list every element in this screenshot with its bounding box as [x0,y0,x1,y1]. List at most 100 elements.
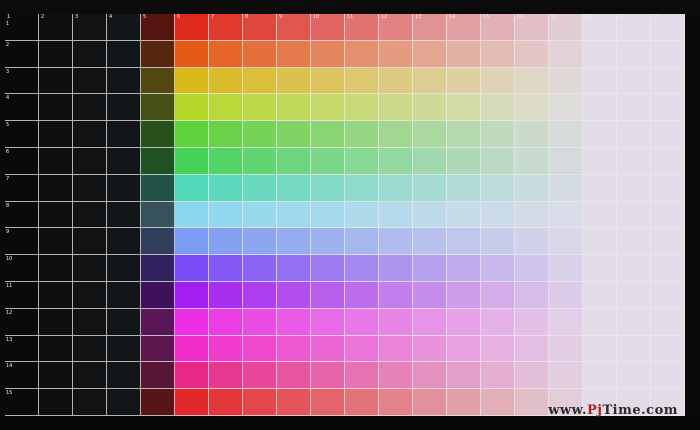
grid-cell [515,281,549,309]
grid-cell [277,335,311,363]
grid-cell [141,335,175,363]
grid-cell [651,67,685,95]
row-number-label: 10 [6,256,13,263]
grid-cell [583,40,617,68]
row-number-label: 14 [6,363,13,370]
grid-cell [481,121,515,148]
grid-cell: 20 [651,14,685,41]
grid-cell [345,281,379,309]
grid-cell [209,362,243,390]
grid-cell [447,174,481,202]
grid-cell: 2 [5,40,39,68]
grid-cell [311,335,345,363]
grid-cell [481,281,515,309]
grid-cell [549,308,583,336]
grid-cell [277,308,311,336]
row-number-label: 11 [6,282,13,289]
grid-cell [209,389,243,416]
grid-cell [73,281,107,309]
grid-cell: 13 [413,14,447,41]
grid-cell: 17 [549,14,583,41]
row-number-label: 15 [6,390,13,397]
bottom-black-border [0,416,700,430]
grid-cell [73,121,107,148]
column-number-label: 20 [653,14,660,20]
grid-cell [651,228,685,256]
grid-cell [141,201,175,229]
grid-cell [617,174,651,202]
grid-cell [175,201,209,229]
grid-cell [311,94,345,122]
grid-cell [583,201,617,229]
grid-cell [481,335,515,363]
column-number-label: 13 [415,14,422,20]
grid-cell [243,201,277,229]
column-number-label: 4 [109,14,113,20]
column-number-label: 10 [313,14,320,20]
grid-cell [311,67,345,95]
row-number-label: 13 [6,336,13,343]
grid-cell [515,389,549,416]
column-number-label: 3 [75,14,79,20]
grid-cell [413,147,447,175]
grid-cell [73,67,107,95]
grid-cell [209,308,243,336]
grid-cell [107,174,141,202]
grid-cell [345,228,379,256]
grid-cell [107,362,141,390]
grid-cell: 8 [243,14,277,41]
grid-cell [549,228,583,256]
color-grid: 1 1 2 3 4 5 6 7 8 9 10 11 12 13 14 15 16 17 18 19 20 2 3 4 5 6 7 8 9… [5,14,685,416]
grid-cell [175,40,209,68]
grid-cell [481,147,515,175]
grid-cell [617,228,651,256]
watermark-suffix: Time.com [602,403,678,418]
grid-cell [549,121,583,148]
column-number-label: 1 [7,14,11,20]
grid-cell [617,67,651,95]
grid-cell [243,67,277,95]
grid-cell [175,335,209,363]
grid-cell [345,94,379,122]
grid-cell [447,308,481,336]
column-number-label: 18 [585,14,592,20]
grid-cell [549,174,583,202]
row-number-label: 3 [6,68,10,75]
grid-cell [311,281,345,309]
grid-cell [311,389,345,416]
grid-cell [277,40,311,68]
grid-cell [413,201,447,229]
grid-cell [481,201,515,229]
grid-cell [345,201,379,229]
grid-cell [277,255,311,282]
grid-cell [617,255,651,282]
grid-cell [379,174,413,202]
row-number-label: 2 [6,41,10,48]
column-number-label: 8 [245,14,249,20]
grid-cell [39,67,73,95]
grid-cell [583,335,617,363]
grid-cell [379,67,413,95]
grid-cell [209,255,243,282]
grid-cell [243,40,277,68]
grid-cell [515,201,549,229]
grid-cell: 8 [5,201,39,229]
grid-cell [515,255,549,282]
grid-cell [345,174,379,202]
grid-cell [515,94,549,122]
row-number-label: 1 [6,21,10,27]
grid-cell [73,147,107,175]
grid-cell [549,94,583,122]
grid-cell [549,255,583,282]
grid-cell: 16 [515,14,549,41]
grid-cell [515,174,549,202]
grid-cell [379,40,413,68]
column-number-label: 11 [347,14,354,20]
grid-cell [107,228,141,256]
grid-cell [447,228,481,256]
grid-cell [413,255,447,282]
grid-cell [209,281,243,309]
grid-cell [277,94,311,122]
grid-cell [379,308,413,336]
grid-cell [141,40,175,68]
